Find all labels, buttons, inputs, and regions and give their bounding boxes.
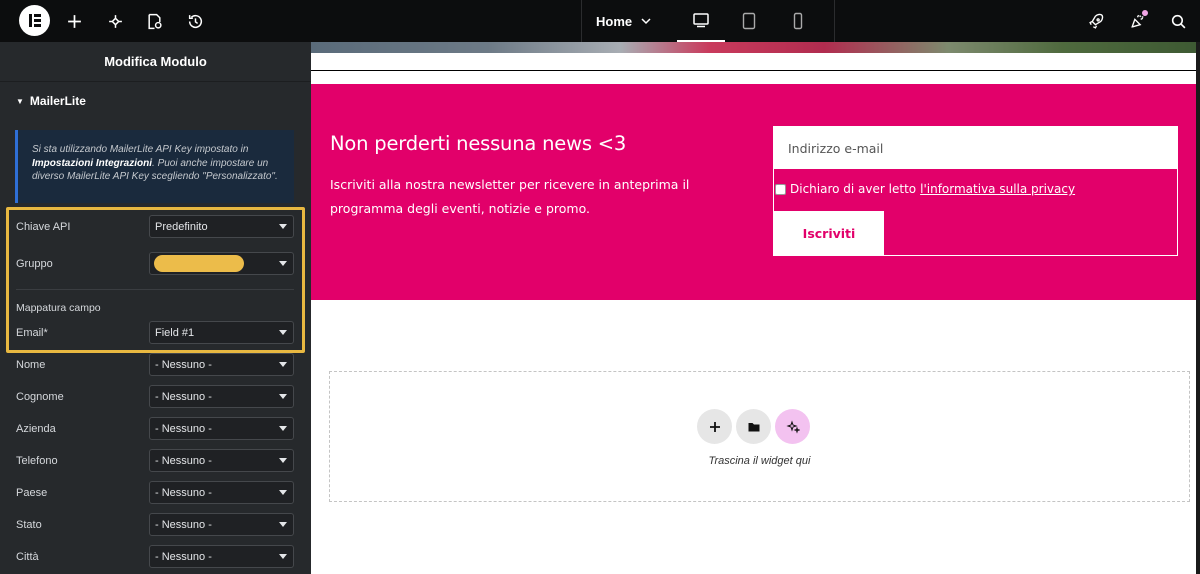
field-select-telefono[interactable]: - Nessuno - — [149, 449, 294, 472]
field-value: - Nessuno - — [155, 422, 212, 435]
caret-down-icon: ▼ — [16, 96, 24, 106]
newsletter-section: Non perderti nessuna news <3 Iscriviti a… — [311, 84, 1196, 300]
dropdown-arrow-icon — [279, 426, 287, 431]
newsletter-form: Dichiaro di aver letto l'informativa sul… — [773, 126, 1178, 256]
divider-line — [311, 70, 1196, 71]
mobile-icon[interactable] — [774, 0, 822, 42]
plus-icon — [709, 421, 720, 432]
field-select-citta[interactable]: - Nessuno - — [149, 545, 294, 568]
dropdown-arrow-icon — [279, 458, 287, 463]
elementor-logo[interactable] — [19, 5, 50, 36]
field-select-paese[interactable]: - Nessuno - — [149, 481, 294, 504]
whats-new-icon[interactable] — [1126, 10, 1148, 32]
search-icon[interactable] — [1167, 10, 1189, 32]
ai-sparkle-icon — [785, 419, 800, 434]
field-value: - Nessuno - — [155, 486, 212, 499]
section-toggle-mailerlite[interactable]: ▼ MailerLite — [16, 94, 86, 108]
dropdown-arrow-icon — [279, 394, 287, 399]
field-label-azienda: Azienda — [16, 423, 56, 435]
api-key-notice: Si sta utilizzando MailerLite API Key im… — [15, 130, 294, 203]
dropdown-arrow-icon — [279, 490, 287, 495]
privacy-checkbox[interactable] — [775, 183, 786, 195]
dropdown-arrow-icon — [279, 224, 287, 229]
privacy-link[interactable]: l'informativa sulla privacy — [920, 182, 1075, 196]
site-settings-icon[interactable] — [143, 10, 165, 32]
chevron-down-icon — [641, 18, 651, 25]
field-value: - Nessuno - — [155, 358, 212, 371]
hero-image — [311, 42, 1196, 53]
privacy-text: Dichiaro di aver letto — [790, 182, 917, 196]
page-name: Home — [596, 13, 633, 29]
email-field[interactable] — [774, 127, 1177, 169]
structure-icon[interactable] — [104, 10, 126, 32]
api-key-value: Predefinito — [155, 220, 208, 233]
add-template-button[interactable] — [736, 409, 771, 444]
divider — [16, 289, 294, 290]
field-label-telefono: Telefono — [16, 455, 58, 467]
add-icon[interactable] — [63, 10, 85, 32]
history-icon[interactable] — [184, 10, 206, 32]
page-selector[interactable]: Home — [582, 0, 677, 42]
privacy-consent: Dichiaro di aver letto l'informativa sul… — [775, 182, 1075, 196]
editor-panel: Modifica Modulo ▼ MailerLite Si sta util… — [0, 42, 311, 574]
field-mapping-label: Mappatura campo — [16, 302, 101, 314]
folder-icon — [748, 422, 759, 431]
api-key-select[interactable]: Predefinito — [149, 215, 294, 238]
panel-title: Modifica Modulo — [0, 42, 311, 82]
newsletter-description: Iscriviti alla nostra newsletter per ric… — [330, 177, 690, 216]
tablet-icon[interactable] — [725, 0, 773, 42]
api-key-label: Chiave API — [16, 221, 71, 233]
field-label-stato: Stato — [16, 519, 42, 531]
field-value: - Nessuno - — [155, 518, 212, 531]
dropdown-arrow-icon — [279, 362, 287, 367]
field-value: - Nessuno - — [155, 390, 212, 403]
field-label-citta: Città — [16, 551, 39, 563]
field-select-nome[interactable]: - Nessuno - — [149, 353, 294, 376]
preview-canvas: Non perderti nessuna news <3 Iscriviti a… — [311, 42, 1196, 574]
group-select[interactable] — [149, 252, 294, 275]
dropdown-arrow-icon — [279, 261, 287, 266]
dropdown-arrow-icon — [279, 554, 287, 559]
notification-dot — [1142, 10, 1148, 16]
notice-text: Si sta utilizzando MailerLite API Key im… — [32, 144, 249, 155]
widget-drop-zone[interactable]: Trascina il widget qui — [329, 371, 1190, 502]
section-title: MailerLite — [29, 94, 86, 108]
drop-zone-hint: Trascina il widget qui — [708, 455, 811, 467]
redacted-value — [154, 255, 244, 272]
newsletter-title: Non perderti nessuna news <3 — [330, 132, 627, 155]
field-select-cognome[interactable]: - Nessuno - — [149, 385, 294, 408]
toolbar-divider — [834, 0, 835, 42]
dropdown-arrow-icon — [279, 522, 287, 527]
subscribe-button[interactable]: Iscriviti — [774, 211, 884, 256]
top-bar: Home — [0, 0, 1200, 42]
dropdown-arrow-icon — [279, 330, 287, 335]
field-value: Field #1 — [155, 326, 195, 339]
ai-generate-button[interactable] — [775, 409, 810, 444]
field-value: - Nessuno - — [155, 550, 212, 563]
add-section-button[interactable] — [697, 409, 732, 444]
desktop-icon[interactable] — [677, 0, 725, 42]
field-select-email[interactable]: Field #1 — [149, 321, 294, 344]
field-label-cognome: Cognome — [16, 391, 64, 403]
field-select-stato[interactable]: - Nessuno - — [149, 513, 294, 536]
field-label-paese: Paese — [16, 487, 48, 499]
canvas-scrollbar[interactable] — [1196, 42, 1200, 574]
group-label: Gruppo — [16, 258, 53, 270]
rocket-icon[interactable] — [1085, 10, 1107, 32]
field-select-azienda[interactable]: - Nessuno - — [149, 417, 294, 440]
field-label-nome: Nome — [16, 359, 46, 371]
field-label-email: Email* — [16, 327, 48, 339]
field-value: - Nessuno - — [155, 454, 212, 467]
notice-bold-text: Impostazioni Integrazioni — [32, 157, 153, 169]
